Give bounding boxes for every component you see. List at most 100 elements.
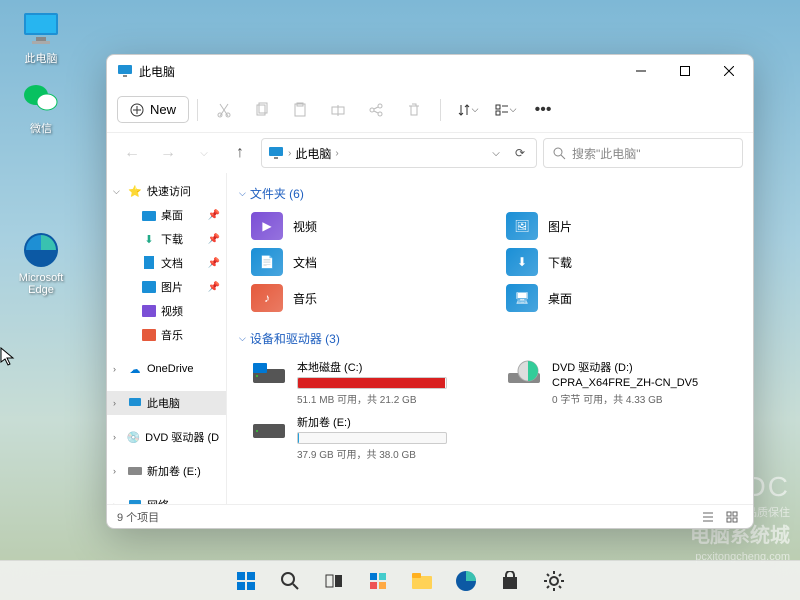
sidebar-item-documents[interactable]: 文档📌 [121, 251, 226, 275]
widgets-button[interactable] [359, 562, 397, 600]
view-button[interactable]: ⌵ [487, 93, 523, 127]
drive-dvd[interactable]: DVD 驱动器 (D:) CPRA_X64FRE_ZH-CN_DV5 0 字节 … [506, 355, 741, 410]
sidebar-label: 网络 [147, 497, 169, 504]
minimize-button[interactable] [619, 56, 663, 86]
explorer-button[interactable] [403, 562, 441, 600]
address-bar[interactable]: › 此电脑 › ⌵ ⟳ [261, 138, 537, 168]
section-devices[interactable]: ⌵设备和驱动器 (3) [239, 324, 741, 353]
chevron-right-icon: › [335, 148, 338, 159]
folder-item[interactable]: ♪音乐 [251, 282, 486, 314]
toolbar: New ⌵ ⌵ ••• [107, 87, 753, 133]
taskbar [0, 560, 800, 600]
dropdown-button[interactable]: ⌵ [486, 138, 506, 168]
folder-item[interactable]: 📄文档 [251, 246, 486, 278]
paste-button[interactable] [282, 93, 318, 127]
sidebar-label: 下载 [161, 231, 183, 247]
sort-button[interactable]: ⌵ [449, 93, 485, 127]
drive-e[interactable]: 新加卷 (E:) 37.9 GB 可用，共 38.0 GB [251, 410, 741, 465]
folder-item[interactable]: ⬇下载 [506, 246, 741, 278]
folder-item[interactable]: 🖼图片 [506, 210, 741, 242]
copy-icon [254, 102, 270, 118]
monitor-icon [268, 145, 284, 161]
drive-name: DVD 驱动器 (D:) [552, 359, 698, 375]
edge-button[interactable] [447, 562, 485, 600]
sidebar-network[interactable]: ›网络 [107, 493, 226, 504]
folder-icon [411, 572, 433, 590]
search-input[interactable]: 搜索"此电脑" [543, 138, 743, 168]
view-icons-button[interactable] [721, 507, 743, 527]
pin-icon: 📌 [208, 210, 220, 221]
rename-button[interactable] [320, 93, 356, 127]
breadcrumb-item[interactable]: 此电脑 [295, 145, 331, 162]
file-explorer-window: 此电脑 New ⌵ ⌵ ••• ← → ⌵ ↑ › 此电脑 › ⌵ [106, 54, 754, 529]
sidebar-label: DVD 驱动器 (D:) [145, 429, 220, 445]
gear-icon [543, 570, 565, 592]
desktop-icon-label: 微信 [30, 120, 52, 136]
desktop-icon-label: 此电脑 [25, 50, 58, 66]
chevron-down-icon: ⌵ [239, 188, 246, 199]
desktop-icon-this-pc[interactable]: 此电脑 [8, 8, 74, 66]
start-button[interactable] [227, 562, 265, 600]
section-folders[interactable]: ⌵文件夹 (6) [239, 179, 741, 208]
music-icon [141, 327, 157, 343]
back-button[interactable]: ← [117, 138, 147, 168]
sidebar-label: 新加卷 (E:) [147, 463, 201, 479]
cut-icon [216, 102, 232, 118]
folder-item[interactable]: 🖥桌面 [506, 282, 741, 314]
new-button[interactable]: New [117, 96, 189, 123]
view-icon [494, 102, 510, 118]
settings-button[interactable] [535, 562, 573, 600]
sidebar-quick-access[interactable]: ⌵⭐快速访问 [107, 179, 226, 203]
search-button[interactable] [271, 562, 309, 600]
sidebar: ⌵⭐快速访问 桌面📌 ⬇下载📌 文档📌 图片📌 视频 音乐 ›☁OneDrive… [107, 173, 227, 504]
sidebar-label: 桌面 [161, 207, 183, 223]
sidebar-onedrive[interactable]: ›☁OneDrive [107, 357, 226, 381]
navbar: ← → ⌵ ↑ › 此电脑 › ⌵ ⟳ 搜索"此电脑" [107, 133, 753, 173]
search-placeholder: 搜索"此电脑" [572, 145, 641, 162]
refresh-button[interactable]: ⟳ [510, 138, 530, 168]
sidebar-this-pc[interactable]: ›此电脑 [107, 391, 226, 415]
pin-icon: 📌 [208, 234, 220, 245]
drive-icon [251, 359, 287, 387]
desktop-icon-wechat[interactable]: 微信 [8, 78, 74, 136]
view-details-button[interactable] [697, 507, 719, 527]
forward-button[interactable]: → [153, 138, 183, 168]
folder-item[interactable]: ▶视频 [251, 210, 486, 242]
sidebar-volume-e[interactable]: ›新加卷 (E:) [107, 459, 226, 483]
capacity-bar [297, 377, 447, 389]
drive-name: 新加卷 (E:) [297, 414, 447, 430]
capacity-bar [297, 432, 447, 444]
drive-sub: 51.1 MB 可用，共 21.2 GB [297, 391, 447, 406]
up-button[interactable]: ↑ [225, 138, 255, 168]
sidebar-dvd[interactable]: ›💿DVD 驱动器 (D:) [107, 425, 226, 449]
folder-label: 桌面 [548, 290, 572, 307]
store-button[interactable] [491, 562, 529, 600]
desktop-icon-edge[interactable]: Microsoft Edge [8, 230, 74, 296]
cut-button[interactable] [206, 93, 242, 127]
wechat-icon [21, 78, 61, 118]
sidebar-item-downloads[interactable]: ⬇下载📌 [121, 227, 226, 251]
task-view-button[interactable] [315, 562, 353, 600]
more-button[interactable]: ••• [525, 93, 561, 127]
monitor-icon [21, 8, 61, 48]
drive-icon [127, 463, 143, 479]
sidebar-item-desktop[interactable]: 桌面 📌 [121, 203, 226, 227]
share-button[interactable] [358, 93, 394, 127]
maximize-button[interactable] [663, 56, 707, 86]
sidebar-item-music[interactable]: 音乐 [121, 323, 226, 347]
titlebar[interactable]: 此电脑 [107, 55, 753, 87]
sidebar-label: 快速访问 [147, 183, 191, 199]
drive-name: 本地磁盘 (C:) [297, 359, 447, 375]
recent-button[interactable]: ⌵ [189, 138, 219, 168]
store-icon [500, 571, 520, 591]
share-icon [368, 102, 384, 118]
copy-button[interactable] [244, 93, 280, 127]
cloud-icon: ☁ [127, 361, 143, 377]
close-button[interactable] [707, 56, 751, 86]
drive-c[interactable]: 本地磁盘 (C:) 51.1 MB 可用，共 21.2 GB [251, 355, 486, 410]
delete-button[interactable] [396, 93, 432, 127]
sidebar-item-pictures[interactable]: 图片📌 [121, 275, 226, 299]
drive-sub: 0 字节 可用，共 4.33 GB [552, 391, 698, 406]
sidebar-item-videos[interactable]: 视频 [121, 299, 226, 323]
folder-icon: 🖼 [506, 212, 538, 240]
